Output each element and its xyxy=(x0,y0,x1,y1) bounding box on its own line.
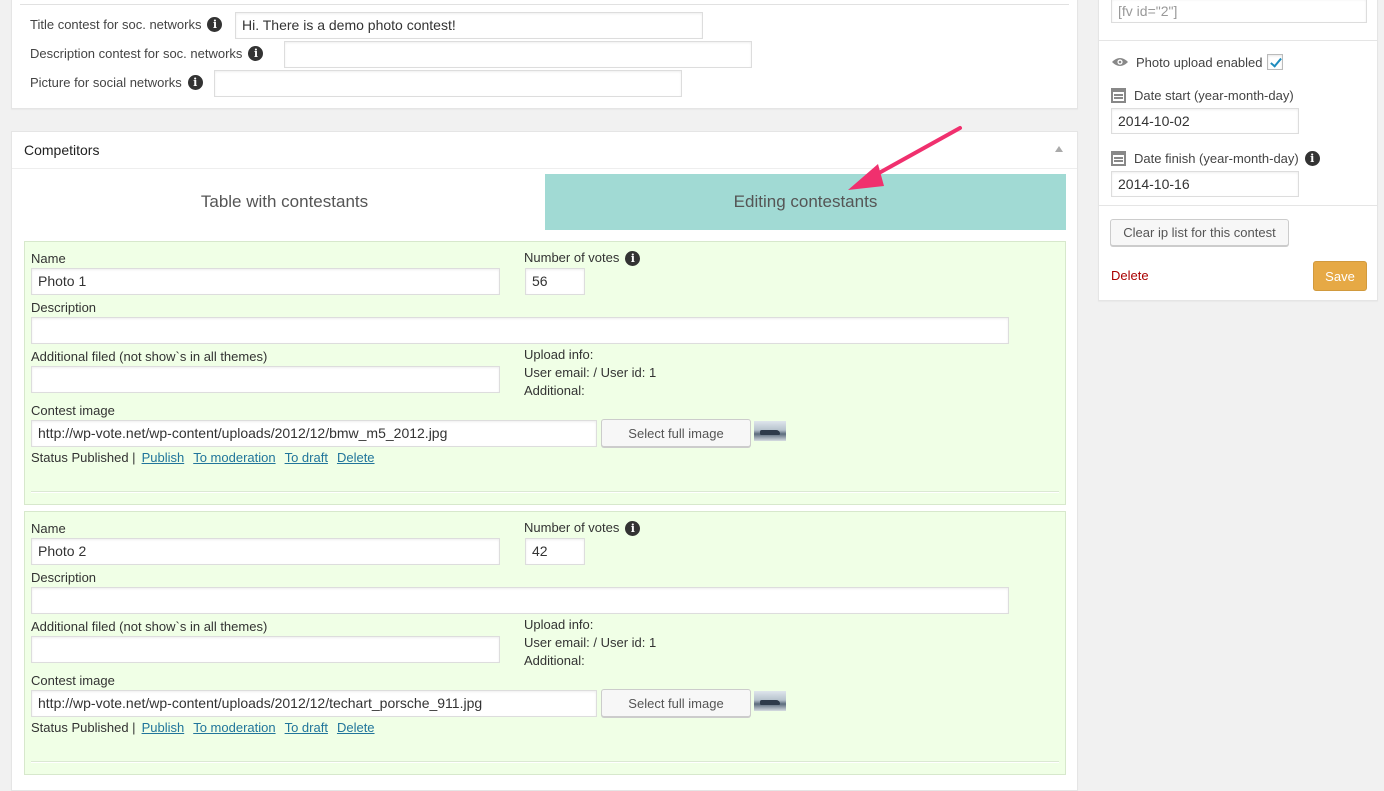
name-input[interactable]: Photo 2 xyxy=(31,538,500,565)
social-settings-box: Title contest for soc. networks i Hi. Th… xyxy=(11,0,1078,109)
social-title-input[interactable]: Hi. There is a demo photo contest! xyxy=(235,12,703,39)
social-description-input[interactable] xyxy=(284,41,752,68)
contestant-card: Name Photo 2 Number of votes i 42 Descrip… xyxy=(24,511,1066,775)
additional-info-text: Additional: xyxy=(524,383,585,398)
eye-icon xyxy=(1112,58,1128,66)
date-start-input[interactable]: 2014-10-02 xyxy=(1111,108,1299,134)
divider xyxy=(1099,205,1377,206)
date-start-row: Date start (year-month-day) xyxy=(1111,88,1294,103)
divider xyxy=(1099,40,1377,41)
additional-label: Additional filed (not show`s in all them… xyxy=(31,349,268,364)
select-full-image-button[interactable]: Select full image xyxy=(601,419,751,447)
votes-label: Number of votes i xyxy=(524,250,641,266)
description-input[interactable] xyxy=(31,587,1009,614)
tab-editing-contestants[interactable]: Editing contestants xyxy=(545,174,1066,230)
save-button[interactable]: Save xyxy=(1313,261,1367,291)
to-moderation-link[interactable]: To moderation xyxy=(193,450,275,465)
delete-contestant-link[interactable]: Delete xyxy=(337,720,375,735)
info-icon[interactable]: i xyxy=(187,74,203,90)
divider xyxy=(31,491,1059,493)
date-finish-label: Date finish (year-month-day) xyxy=(1134,151,1299,166)
info-icon[interactable]: i xyxy=(207,16,223,32)
name-label: Name xyxy=(31,251,66,266)
upload-info-label: Upload info: xyxy=(524,347,594,362)
calendar-icon xyxy=(1111,151,1126,166)
delete-contestant-link[interactable]: Delete xyxy=(337,450,375,465)
contest-image-label: Contest image xyxy=(31,673,115,688)
clear-ip-list-button[interactable]: Clear ip list for this contest xyxy=(1110,219,1289,246)
description-label: Description xyxy=(31,570,97,585)
contestant-thumbnail xyxy=(754,691,786,711)
additional-label: Additional filed (not show`s in all them… xyxy=(31,619,268,634)
social-description-label: Description contest for soc. networks xyxy=(30,45,243,61)
competitors-title: Competitors xyxy=(24,142,100,158)
additional-input[interactable] xyxy=(31,636,500,663)
date-finish-row: Date finish (year-month-day) i xyxy=(1111,151,1320,166)
publish-link[interactable]: Publish xyxy=(142,450,185,465)
date-finish-input[interactable]: 2014-10-16 xyxy=(1111,171,1299,197)
votes-label: Number of votes i xyxy=(524,520,641,536)
divider xyxy=(20,4,1069,5)
to-moderation-link[interactable]: To moderation xyxy=(193,720,275,735)
info-icon[interactable]: i xyxy=(1304,151,1320,166)
contest-image-label: Contest image xyxy=(31,403,115,418)
votes-label-text: Number of votes xyxy=(524,250,620,265)
votes-input[interactable]: 56 xyxy=(525,268,585,295)
image-url-input[interactable]: http://wp-vote.net/wp-content/uploads/20… xyxy=(31,420,597,447)
description-input[interactable] xyxy=(31,317,1009,344)
additional-info-text: Additional: xyxy=(524,653,585,668)
publish-sidebar-box: [fv id="2"] Photo upload enabled Date st… xyxy=(1098,0,1378,301)
info-icon[interactable]: i xyxy=(248,45,264,61)
contestant-thumbnail xyxy=(754,421,786,441)
calendar-icon xyxy=(1111,88,1126,103)
status-line: Status Published | Publish To moderation To… xyxy=(31,720,378,735)
competitors-header[interactable]: Competitors xyxy=(12,132,1077,169)
upload-info-label: Upload info: xyxy=(524,617,594,632)
name-label: Name xyxy=(31,521,66,536)
user-info-text: User email: / User id: 1 xyxy=(524,635,657,650)
social-picture-row: Picture for social networks i xyxy=(30,69,203,95)
social-title-row: Title contest for soc. networks i xyxy=(30,11,223,37)
competitors-box: Competitors Table with contestants Editi… xyxy=(11,131,1078,791)
date-start-label: Date start (year-month-day) xyxy=(1134,88,1294,103)
votes-label-text: Number of votes xyxy=(524,520,620,535)
info-icon[interactable]: i xyxy=(625,251,641,266)
social-picture-label: Picture for social networks xyxy=(30,74,182,90)
contestant-card: Name Photo 1 Number of votes i 56 Descrip… xyxy=(24,241,1066,505)
photo-upload-label: Photo upload enabled xyxy=(1136,54,1263,70)
status-text: Status Published | xyxy=(31,450,136,465)
status-text: Status Published | xyxy=(31,720,136,735)
shortcode-input[interactable]: [fv id="2"] xyxy=(1111,0,1367,23)
user-info-text: User email: / User id: 1 xyxy=(524,365,657,380)
image-url-input[interactable]: http://wp-vote.net/wp-content/uploads/20… xyxy=(31,690,597,717)
tab-table-with-contestants[interactable]: Table with contestants xyxy=(24,174,545,230)
delete-contest-link[interactable]: Delete xyxy=(1111,268,1149,283)
votes-input[interactable]: 42 xyxy=(525,538,585,565)
photo-upload-row: Photo upload enabled xyxy=(1111,54,1283,70)
info-icon[interactable]: i xyxy=(625,521,641,536)
select-full-image-button[interactable]: Select full image xyxy=(601,689,751,717)
social-title-label: Title contest for soc. networks xyxy=(30,16,202,32)
description-label: Description xyxy=(31,300,97,315)
to-draft-link[interactable]: To draft xyxy=(285,450,328,465)
social-description-row: Description contest for soc. networks i xyxy=(30,40,264,66)
status-line: Status Published | Publish To moderation To… xyxy=(31,450,378,465)
additional-input[interactable] xyxy=(31,366,500,393)
divider xyxy=(31,761,1059,763)
name-input[interactable]: Photo 1 xyxy=(31,268,500,295)
to-draft-link[interactable]: To draft xyxy=(285,720,328,735)
publish-link[interactable]: Publish xyxy=(142,720,185,735)
collapse-toggle-icon[interactable] xyxy=(1055,146,1063,152)
photo-upload-checkbox[interactable] xyxy=(1266,54,1283,70)
social-picture-input[interactable] xyxy=(214,70,682,97)
